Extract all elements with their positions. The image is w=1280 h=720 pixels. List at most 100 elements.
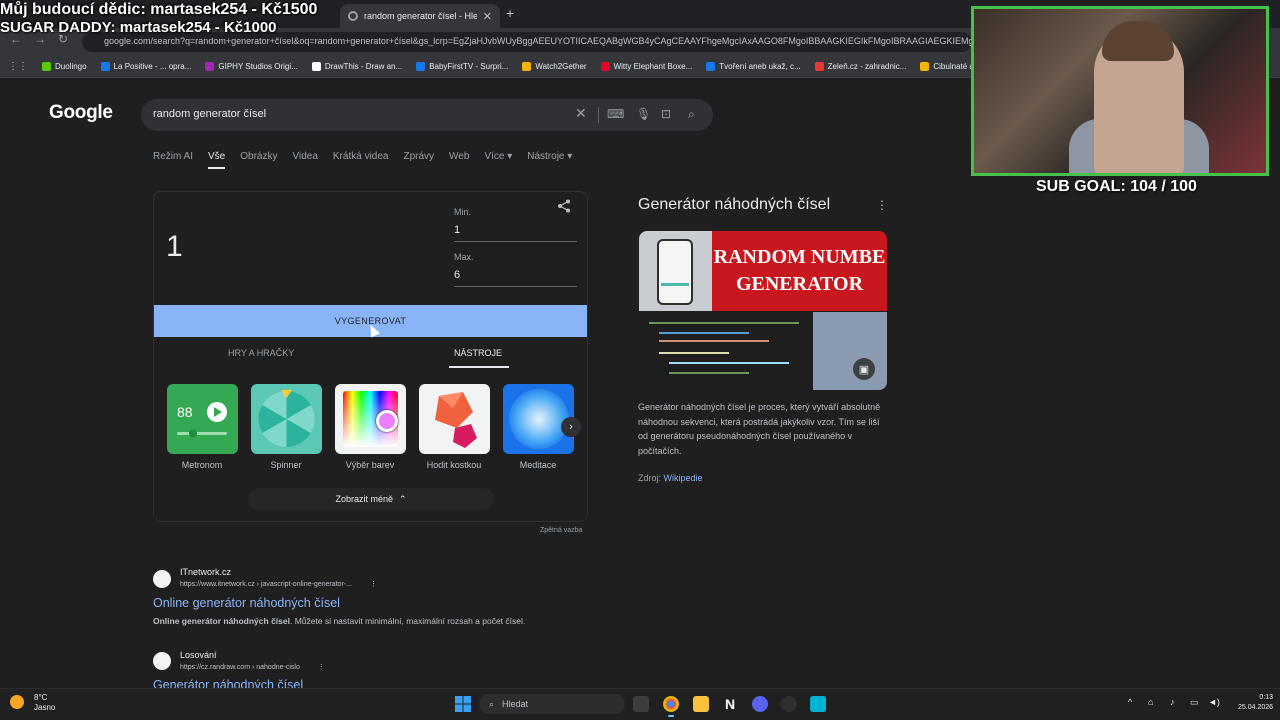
browser-tab-active[interactable]: random generator čísel - Hleda ✕ (340, 4, 500, 28)
bookmark-favicon-icon (42, 62, 51, 71)
search-tab[interactable]: Nástroje ▾ (527, 151, 572, 169)
color-picker-label: Výběr barev (345, 460, 395, 470)
result2-url[interactable]: https://cz.randraw.com › nahodne-cislo ⋮ (180, 663, 325, 671)
result-title[interactable]: Online generátor náhodných čísel (153, 596, 340, 610)
tools-next-icon[interactable]: › (561, 417, 581, 437)
metronome-bpm: 88 (177, 404, 193, 420)
result-favicon-icon (153, 570, 171, 588)
overlay-donor-line: Můj budoucí dědic: martasek254 - Kč1500 (0, 1, 318, 18)
tab-title: random generator čísel - Hleda (364, 11, 477, 21)
windows-start-icon[interactable] (455, 696, 471, 712)
bookmark-item[interactable]: Witty Elephant Boxe... (600, 62, 693, 71)
result-url-text: https://www.itnetwork.cz › javascript-on… (180, 581, 352, 588)
bookmark-item[interactable]: GIPHY Studios Origi... (205, 62, 298, 71)
bookmark-item[interactable]: Tvoření aneb ukaž, c... (706, 62, 801, 71)
feedback-link[interactable]: Zpětná vazba (540, 527, 582, 534)
show-less-button[interactable]: Zobrazit méně ⌃ (248, 488, 494, 510)
kp-image-banner[interactable]: RANDOM NUMBE GENERATOR (712, 231, 887, 311)
weather-temp: 8°C (34, 693, 48, 702)
max-label: Max. (454, 252, 474, 262)
clear-icon[interactable]: ✕ (575, 105, 587, 122)
result-snippet: Online generátor náhodných čísel. Můžete… (153, 616, 525, 626)
result-url[interactable]: https://www.itnetwork.cz › javascript-on… (180, 580, 377, 588)
file-explorer-icon[interactable] (693, 696, 709, 712)
bookmark-favicon-icon (814, 62, 824, 71)
rng-result: 1 (166, 230, 183, 263)
bookmark-item[interactable]: DrawThis - Draw an... (311, 62, 402, 71)
kp-image-table[interactable]: ▣ (813, 312, 887, 390)
metronome-tile[interactable]: 88 (167, 384, 238, 454)
max-input[interactable]: 6 (454, 269, 460, 281)
color-picker-tile[interactable] (335, 384, 406, 454)
mic-icon[interactable]: 🎙 (636, 107, 651, 121)
bookmark-favicon-icon (600, 62, 610, 71)
lens-icon[interactable]: ⊡ (661, 107, 671, 121)
result-snippet-bold: Online generátor náhodných čísel (153, 616, 290, 626)
discord-icon[interactable] (752, 696, 768, 712)
search-tab[interactable]: Obrázky (240, 151, 277, 169)
tab-games-toys[interactable]: HRY A HRAČKY (228, 348, 294, 358)
active-app-indicator (668, 715, 674, 717)
bookmark-label: GIPHY Studios Origi... (218, 62, 298, 71)
meditate-label: Meditace (519, 460, 557, 470)
tray-expand-icon[interactable]: ^ (1128, 697, 1132, 707)
result2-more-icon[interactable]: ⋮ (318, 664, 325, 671)
search-tab[interactable]: Více ▾ (484, 151, 512, 169)
min-underline (454, 241, 577, 242)
tab-close-icon[interactable]: ✕ (483, 10, 492, 23)
search-tab[interactable]: Zprávy (403, 151, 434, 169)
tab-tools[interactable]: NÁSTROJE (454, 348, 502, 358)
metronome-label: Metronom (181, 460, 223, 470)
google-logo[interactable]: Google (49, 102, 113, 124)
result-site[interactable]: ITnetwork.cz (180, 567, 231, 577)
bookmark-item[interactable]: Watch2Gether (522, 62, 587, 71)
search-tab[interactable]: Režim AI (153, 151, 193, 169)
show-less-label: Zobrazit méně (335, 494, 393, 504)
new-tab-button[interactable]: + (506, 5, 514, 21)
bookmark-label: Duolingo (55, 62, 87, 71)
kp-source-link[interactable]: Wikipedie (664, 473, 703, 483)
notion-icon[interactable]: N (722, 696, 738, 712)
bookmark-item[interactable]: La Positive - ... opra... (100, 62, 192, 71)
system-clock[interactable]: 0:13 25.04.2026 (1238, 693, 1273, 713)
min-label: Min. (454, 207, 472, 217)
taskbar-search-label: Hledat (502, 699, 529, 709)
weather-widget[interactable]: 8°C Jasno (34, 693, 55, 713)
audio-icon[interactable]: ♪ (1170, 697, 1175, 707)
bookmark-item[interactable]: BabyFirstTV - Surpri... (416, 62, 508, 71)
search-tab[interactable]: Krátká videa (333, 151, 389, 169)
bookmark-label: Witty Elephant Boxe... (613, 62, 693, 71)
keyboard-icon[interactable]: ⌨ (607, 107, 624, 121)
search-input[interactable]: random generator čísel (153, 108, 266, 120)
apps-grid-icon[interactable]: ⋮⋮ (8, 61, 28, 72)
search-icon[interactable]: ⌕ (688, 107, 695, 122)
bookmark-item[interactable]: Duolingo (42, 62, 87, 71)
dice-tile[interactable] (419, 384, 490, 454)
kp-banner-line2: GENERATOR (735, 273, 864, 295)
obs-icon[interactable] (781, 696, 797, 712)
search-tab[interactable]: Videa (292, 151, 317, 169)
search-tab[interactable]: Vše (208, 151, 226, 169)
image-search-icon[interactable]: ▣ (853, 358, 875, 380)
kp-image-code[interactable] (639, 312, 812, 390)
weather-icon[interactable] (10, 695, 24, 709)
tab-tools-indicator (449, 366, 509, 368)
min-input[interactable]: 1 (454, 224, 460, 236)
share-icon[interactable] (557, 199, 571, 216)
kp-more-icon[interactable]: ⋮ (876, 198, 888, 212)
chrome-icon[interactable] (663, 696, 679, 712)
kp-image-phone[interactable] (639, 231, 712, 311)
notepad-icon[interactable] (810, 696, 826, 712)
task-view-icon[interactable] (633, 696, 649, 712)
taskbar-search[interactable]: ⌕ Hledat (479, 694, 625, 714)
spinner-tile[interactable] (251, 384, 322, 454)
volume-icon[interactable]: ◄) (1208, 697, 1220, 707)
display-icon[interactable]: ▭ (1190, 697, 1199, 708)
google-favicon-icon (348, 11, 358, 21)
search-tab[interactable]: Web (449, 151, 469, 169)
result-more-icon[interactable]: ⋮ (370, 581, 377, 588)
result2-site[interactable]: Losování (180, 650, 217, 660)
bookmark-item[interactable]: Zeleň.cz - zahradnic... (814, 62, 906, 71)
network-icon[interactable]: ⌂ (1148, 697, 1153, 707)
bookmark-label: La Positive - ... opra... (113, 62, 192, 71)
